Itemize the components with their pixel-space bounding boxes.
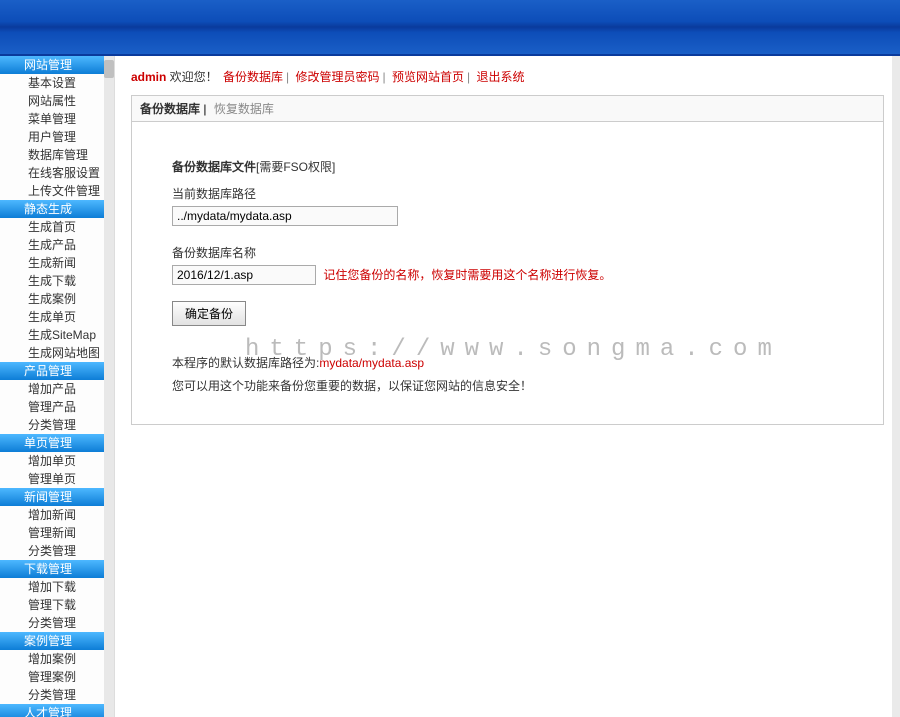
section-header-product[interactable]: 产品管理 [0, 362, 114, 380]
separator: | [383, 70, 386, 84]
menu-gen-page[interactable]: 生成单页 [0, 308, 114, 326]
menu-gen-home[interactable]: 生成首页 [0, 218, 114, 236]
info-default-prefix: 本程序的默认数据库路径为: [172, 356, 319, 370]
backup-name-label: 备份数据库名称 [172, 244, 843, 261]
separator: | [467, 70, 470, 84]
menu-menu-mgmt[interactable]: 菜单管理 [0, 110, 114, 128]
form-title-suffix: [需要FSO权限] [256, 160, 335, 174]
current-path-input[interactable] [172, 206, 398, 226]
section-header-site[interactable]: 网站管理 [0, 56, 114, 74]
menu-mgmt-case[interactable]: 管理案例 [0, 668, 114, 686]
menu-cat-news[interactable]: 分类管理 [0, 542, 114, 560]
submit-backup-button[interactable]: 确定备份 [172, 301, 246, 326]
menu-gen-case[interactable]: 生成案例 [0, 290, 114, 308]
menu-site-props[interactable]: 网站属性 [0, 92, 114, 110]
menu-basic-settings[interactable]: 基本设置 [0, 74, 114, 92]
welcome-text: 欢迎您！ [166, 70, 221, 84]
menu-online-service[interactable]: 在线客服设置 [0, 164, 114, 182]
menu-user-mgmt[interactable]: 用户管理 [0, 128, 114, 146]
menu-add-product[interactable]: 增加产品 [0, 380, 114, 398]
current-path-label: 当前数据库路径 [172, 185, 843, 202]
menu-add-download[interactable]: 增加下载 [0, 578, 114, 596]
tab-separator: | [203, 102, 206, 116]
menu-mgmt-page[interactable]: 管理单页 [0, 470, 114, 488]
sidebar: 网站管理 基本设置 网站属性 菜单管理 用户管理 数据库管理 在线客服设置 上传… [0, 56, 115, 717]
section-header-news[interactable]: 新闻管理 [0, 488, 114, 506]
menu-gen-product[interactable]: 生成产品 [0, 236, 114, 254]
menu-mgmt-product[interactable]: 管理产品 [0, 398, 114, 416]
info-description: 您可以用这个功能来备份您重要的数据，以保证您网站的信息安全！ [172, 377, 843, 394]
menu-gen-download[interactable]: 生成下载 [0, 272, 114, 290]
menu-gen-sitemap2[interactable]: 生成网站地图 [0, 344, 114, 362]
menu-cat-case[interactable]: 分类管理 [0, 686, 114, 704]
menu-upload-mgmt[interactable]: 上传文件管理 [0, 182, 114, 200]
menu-db-mgmt[interactable]: 数据库管理 [0, 146, 114, 164]
link-change-pwd[interactable]: 修改管理员密码 [296, 70, 380, 84]
menu-mgmt-download[interactable]: 管理下载 [0, 596, 114, 614]
sidebar-scrollbar[interactable] [104, 56, 114, 717]
section-header-page[interactable]: 单页管理 [0, 434, 114, 452]
header-banner [0, 0, 900, 56]
form-title: 备份数据库文件[需要FSO权限] [172, 158, 843, 175]
link-logout[interactable]: 退出系统 [476, 70, 524, 84]
menu-cat-download[interactable]: 分类管理 [0, 614, 114, 632]
content-area: admin 欢迎您！ 备份数据库| 修改管理员密码| 预览网站首页| 退出系统 … [115, 56, 900, 717]
backup-name-hint: 记住您备份的名称，恢复时需要用这个名称进行恢复。 [323, 268, 611, 282]
separator: | [286, 70, 289, 84]
section-header-case[interactable]: 案例管理 [0, 632, 114, 650]
section-header-talent[interactable]: 人才管理 [0, 704, 114, 717]
info-default-path: 本程序的默认数据库路径为:mydata/mydata.asp [172, 354, 843, 371]
menu-cat-product[interactable]: 分类管理 [0, 416, 114, 434]
section-header-download[interactable]: 下载管理 [0, 560, 114, 578]
menu-gen-news[interactable]: 生成新闻 [0, 254, 114, 272]
menu-gen-sitemap[interactable]: 生成SiteMap [0, 326, 114, 344]
backup-name-input[interactable] [172, 265, 316, 285]
form-title-text: 备份数据库文件 [172, 160, 256, 174]
panel-body: 备份数据库文件[需要FSO权限] 当前数据库路径 备份数据库名称 记住您备份的名… [132, 122, 883, 424]
tab-backup[interactable]: 备份数据库 [140, 102, 200, 116]
menu-add-news[interactable]: 增加新闻 [0, 506, 114, 524]
right-edge-scrollbar[interactable] [892, 56, 900, 717]
menu-mgmt-news[interactable]: 管理新闻 [0, 524, 114, 542]
tab-bar: 备份数据库 | 恢复数据库 [132, 96, 883, 122]
admin-name: admin [131, 70, 166, 84]
info-default-value: mydata/mydata.asp [319, 356, 424, 370]
section-header-static[interactable]: 静态生成 [0, 200, 114, 218]
main-panel: 备份数据库 | 恢复数据库 备份数据库文件[需要FSO权限] 当前数据库路径 备… [131, 95, 884, 425]
top-links: admin 欢迎您！ 备份数据库| 修改管理员密码| 预览网站首页| 退出系统 [131, 64, 884, 95]
link-backup-db[interactable]: 备份数据库 [223, 70, 283, 84]
menu-add-case[interactable]: 增加案例 [0, 650, 114, 668]
menu-add-page[interactable]: 增加单页 [0, 452, 114, 470]
tab-restore[interactable]: 恢复数据库 [214, 102, 274, 116]
link-preview-home[interactable]: 预览网站首页 [392, 70, 464, 84]
sidebar-scrollbar-thumb[interactable] [104, 60, 114, 78]
